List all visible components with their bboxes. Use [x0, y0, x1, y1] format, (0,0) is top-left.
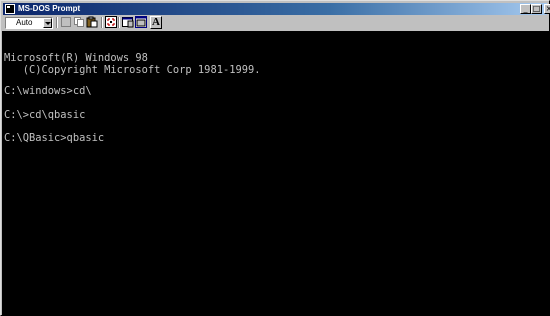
font-icon[interactable]: A — [150, 16, 162, 29]
toolbar: Auto A — [3, 16, 547, 31]
background-icon[interactable] — [135, 16, 147, 28]
chevron-down-icon[interactable] — [43, 18, 52, 28]
maximize-button[interactable]: □ — [531, 4, 542, 14]
fullscreen-icon[interactable] — [105, 16, 117, 28]
ms-dos-icon[interactable] — [5, 4, 15, 14]
ms-dos-window: MS-DOS Prompt _ □ × Auto A Microsoft(R) … — [0, 0, 550, 316]
font-size-select[interactable]: Auto — [5, 17, 53, 29]
font-size-value: Auto — [16, 18, 33, 27]
close-button[interactable]: × — [544, 4, 550, 14]
window-title: MS-DOS Prompt — [18, 4, 81, 13]
title-bar[interactable]: MS-DOS Prompt _ □ × — [3, 3, 550, 15]
console-line: C:\>cd\qbasic — [4, 109, 86, 121]
minimize-button[interactable]: _ — [520, 4, 531, 14]
properties-icon[interactable] — [122, 16, 134, 28]
paste-icon[interactable] — [86, 16, 98, 28]
console-output[interactable]: Microsoft(R) Windows 98 (C)Copyright Mic… — [2, 31, 550, 316]
toolbar-separator — [56, 17, 58, 28]
mark-icon[interactable] — [60, 16, 72, 28]
toolbar-separator — [118, 17, 120, 28]
copy-icon[interactable] — [73, 16, 85, 28]
console-line: (C)Copyright Microsoft Corp 1981-1999. — [4, 64, 261, 76]
console-line: C:\windows>cd\ — [4, 85, 92, 97]
toolbar-separator — [101, 17, 103, 28]
console-line: Microsoft(R) Windows 98 — [4, 52, 148, 64]
console-line: C:\QBasic>qbasic — [4, 132, 105, 144]
